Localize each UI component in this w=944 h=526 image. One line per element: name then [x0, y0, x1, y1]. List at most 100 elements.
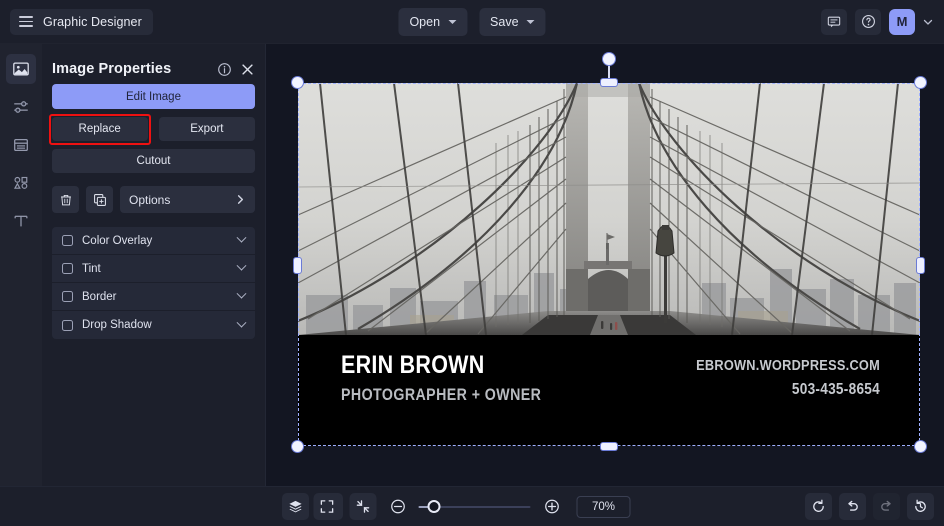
resize-handle-top-right[interactable]	[915, 77, 926, 88]
bridge-photo	[298, 83, 920, 335]
duplicate-button[interactable]	[86, 186, 113, 213]
chevron-down-icon	[237, 317, 247, 327]
chevron-down-icon	[237, 289, 247, 299]
shapes-icon	[12, 174, 30, 192]
resize-handle-bottom-right[interactable]	[915, 441, 926, 452]
panel-header: Image Properties	[52, 44, 255, 84]
sidebar-item-image[interactable]	[6, 54, 36, 84]
resize-handle-middle-left[interactable]	[294, 258, 301, 273]
zoom-out-button[interactable]	[386, 495, 410, 519]
open-button[interactable]: Open	[398, 8, 467, 36]
effect-label: Drop Shadow	[82, 319, 238, 331]
color-overlay-checkbox[interactable]	[62, 235, 73, 246]
comment-icon	[827, 15, 841, 29]
replace-highlight: Replace	[49, 114, 151, 145]
avatar[interactable]: M	[889, 9, 915, 35]
resize-handle-middle-right[interactable]	[917, 258, 924, 273]
duplicate-icon	[93, 193, 107, 207]
effect-label: Border	[82, 291, 238, 303]
comment-button[interactable]	[821, 9, 847, 35]
save-button[interactable]: Save	[479, 8, 546, 36]
sidebar-item-adjustments[interactable]	[6, 92, 36, 122]
delete-button[interactable]	[52, 186, 79, 213]
account-chevron-down-icon[interactable]	[923, 12, 936, 32]
hamburger-icon	[19, 16, 33, 27]
image-properties-panel: Image Properties Edit Image	[42, 44, 266, 486]
zoom-slider[interactable]	[419, 500, 531, 514]
top-bar: Graphic Designer Open Save	[0, 0, 944, 44]
redo-button[interactable]	[873, 493, 900, 520]
undo-button[interactable]	[839, 493, 866, 520]
canvas-area[interactable]: ERIN BROWN PHOTOGRAPHER + OWNER EBROWN.W…	[266, 44, 944, 486]
history-icon	[913, 499, 928, 514]
effect-border[interactable]: Border	[52, 283, 255, 311]
card-website: EBROWN.WORDPRESS.COM	[696, 359, 880, 374]
effect-color-overlay[interactable]: Color Overlay	[52, 227, 255, 255]
fit-to-screen-button[interactable]	[314, 493, 341, 520]
main-body: Image Properties Edit Image	[0, 44, 944, 486]
object-tools-row: Options	[52, 186, 255, 213]
resize-handle-bottom-left[interactable]	[292, 441, 303, 452]
sidebar-item-text[interactable]	[6, 206, 36, 236]
redo-icon	[879, 499, 894, 514]
options-label: Options	[129, 193, 235, 207]
help-button[interactable]	[855, 9, 881, 35]
card-right-text: EBROWN.WORDPRESS.COM 503-435-8654	[671, 359, 880, 397]
border-checkbox[interactable]	[62, 291, 73, 302]
shrink-to-fit-button[interactable]	[350, 493, 377, 520]
resize-handle-top-left[interactable]	[292, 77, 303, 88]
chevron-down-icon	[237, 261, 247, 271]
business-card-artboard[interactable]: ERIN BROWN PHOTOGRAPHER + OWNER EBROWN.W…	[298, 83, 920, 446]
bridge-photo-art	[298, 83, 920, 335]
options-button[interactable]: Options	[120, 186, 255, 213]
card-text-block[interactable]: ERIN BROWN PHOTOGRAPHER + OWNER EBROWN.W…	[298, 335, 920, 446]
app-window: Graphic Designer Open Save	[0, 0, 944, 526]
replace-button[interactable]: Replace	[52, 117, 148, 141]
zoom-in-button[interactable]	[540, 495, 564, 519]
sidebar-item-layout[interactable]	[6, 130, 36, 160]
reset-icon	[811, 499, 826, 514]
zoom-slider-knob[interactable]	[428, 500, 441, 513]
layers-icon	[288, 499, 303, 514]
effect-label: Tint	[82, 263, 238, 275]
undo-icon	[845, 499, 860, 514]
history-button[interactable]	[907, 493, 934, 520]
chevron-right-icon	[235, 194, 246, 205]
card-left-text: ERIN BROWN PHOTOGRAPHER + OWNER	[341, 353, 574, 404]
reset-button[interactable]	[805, 493, 832, 520]
zoom-level-value[interactable]: 70%	[577, 496, 631, 518]
edit-image-button[interactable]: Edit Image	[52, 84, 255, 109]
effect-tint[interactable]: Tint	[52, 255, 255, 283]
drop-shadow-checkbox[interactable]	[62, 320, 73, 331]
account-actions: M	[821, 9, 936, 35]
pages-icon	[12, 136, 30, 154]
text-icon	[12, 212, 30, 230]
history-controls	[805, 493, 934, 520]
info-icon[interactable]	[217, 62, 232, 77]
zoom-in-icon	[543, 498, 560, 515]
rotate-handle[interactable]	[603, 53, 615, 65]
export-button[interactable]: Export	[159, 117, 255, 141]
cutout-button[interactable]: Cutout	[52, 149, 255, 173]
replace-export-row: Replace Export	[52, 117, 255, 141]
close-icon[interactable]	[240, 62, 255, 77]
image-icon	[12, 60, 30, 78]
file-actions: Open Save	[398, 8, 545, 36]
resize-handle-top-center[interactable]	[601, 79, 617, 86]
chevron-down-icon	[237, 233, 247, 243]
tint-checkbox[interactable]	[62, 263, 73, 274]
zoom-controls: 70%	[314, 493, 631, 520]
chevron-down-icon	[448, 20, 456, 24]
resize-handle-bottom-center[interactable]	[601, 443, 617, 450]
help-circle-icon	[861, 14, 876, 29]
zoom-out-icon	[389, 498, 406, 515]
sidebar-item-shapes[interactable]	[6, 168, 36, 198]
effect-label: Color Overlay	[82, 235, 238, 247]
selected-object[interactable]: ERIN BROWN PHOTOGRAPHER + OWNER EBROWN.W…	[298, 83, 920, 446]
effect-drop-shadow[interactable]: Drop Shadow	[52, 311, 255, 339]
effects-list: Color Overlay Tint Border Drop Shadow	[52, 227, 255, 339]
page-title: Image Properties	[52, 61, 209, 77]
layers-button[interactable]	[282, 493, 309, 520]
card-phone: 503-435-8654	[696, 382, 880, 398]
app-menu-button[interactable]: Graphic Designer	[10, 9, 153, 35]
